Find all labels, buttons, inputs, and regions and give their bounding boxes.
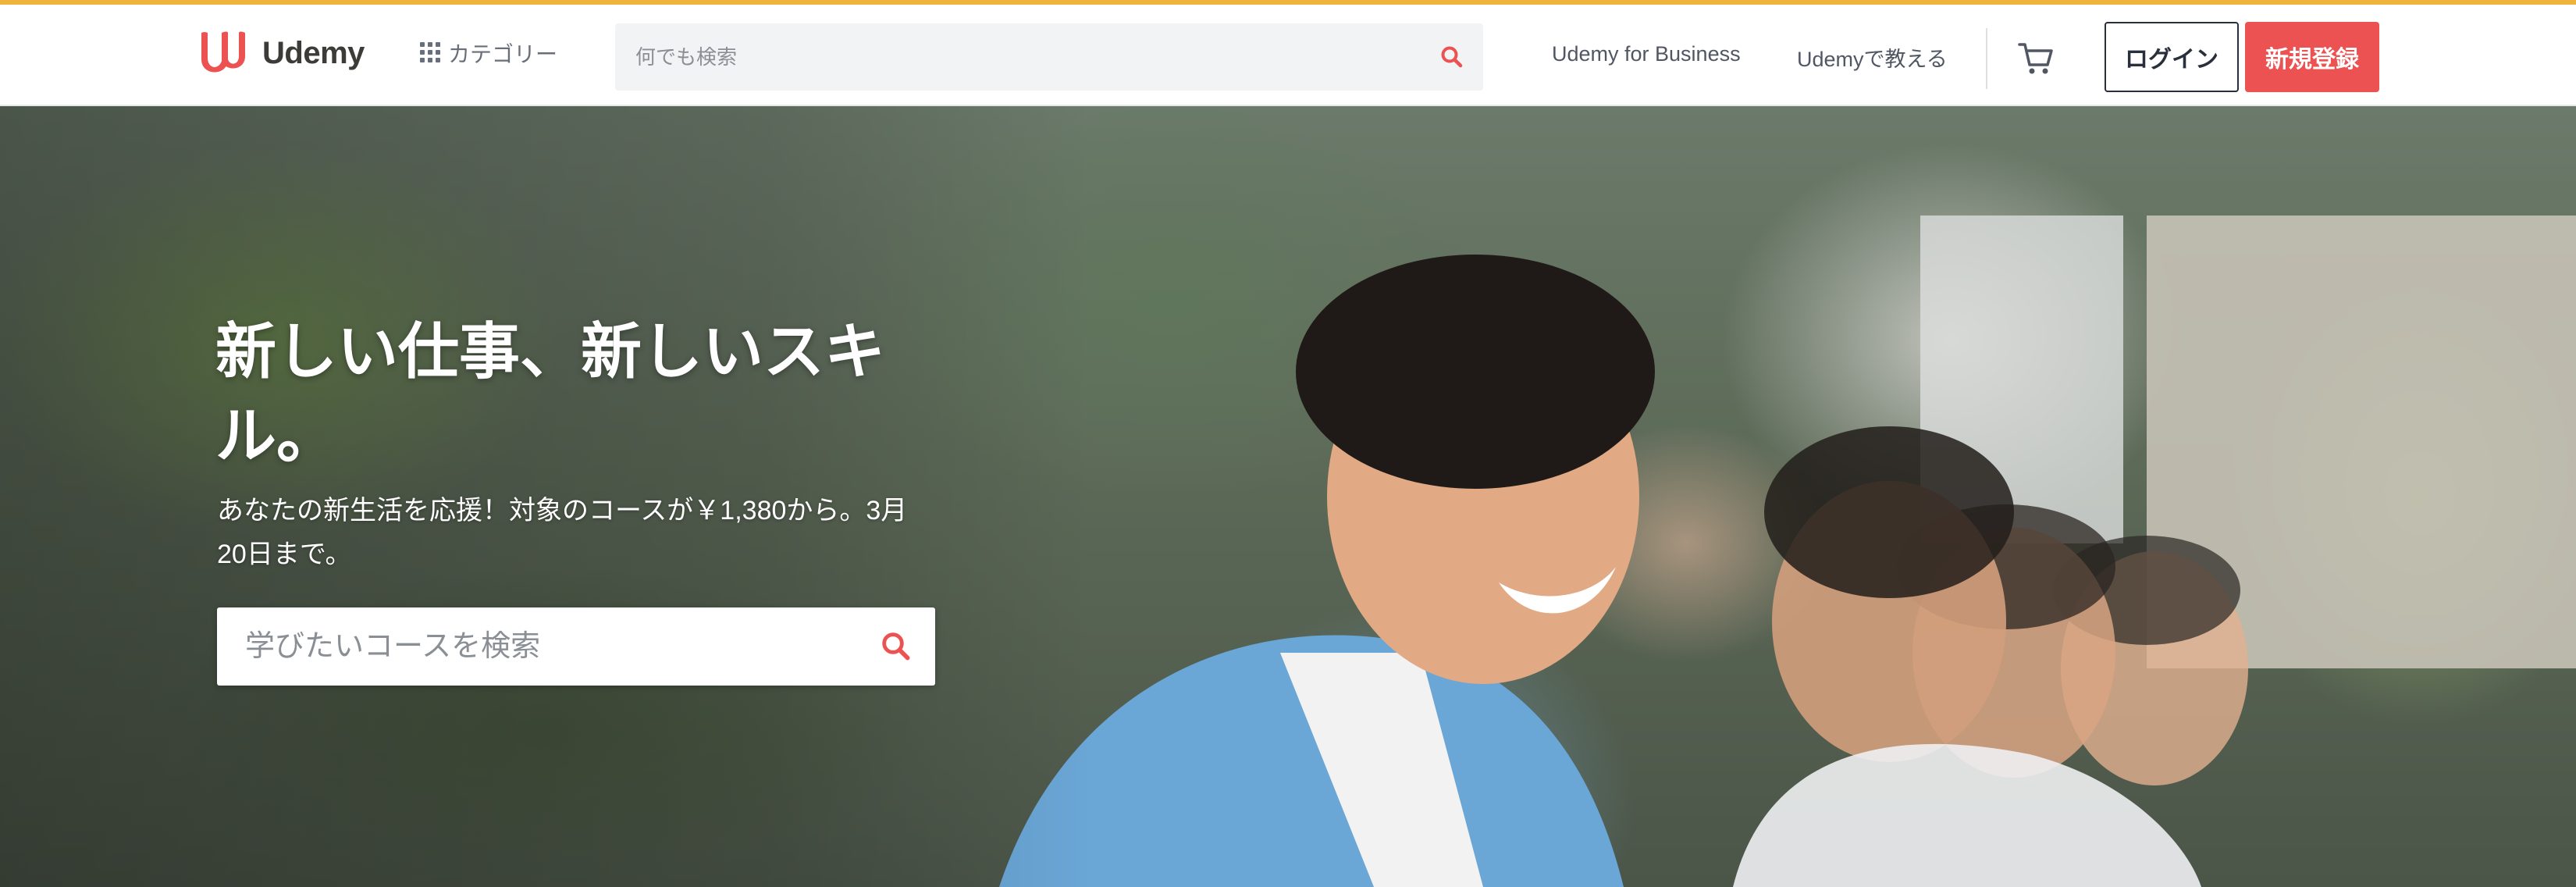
hero-subtitle: あなたの新生活を応援！対象のコースが￥1,380から。3月20日まで。 [217,496,908,569]
udemy-logo[interactable]: Udemy [197,25,365,81]
signup-button[interactable]: 新規登録 [2245,22,2379,92]
site-header: Udemy カテゴリー Udemy for Business Udemyで教える… [0,5,2576,106]
search-icon [1441,46,1463,68]
search-icon [882,632,910,661]
udemy-logo-icon [201,31,245,73]
grid-icon [420,42,442,64]
header-search-button[interactable] [1421,23,1483,91]
teach-link[interactable]: Udemyで教える [1797,42,1948,73]
categories-menu[interactable]: カテゴリー [420,36,557,70]
business-link[interactable]: Udemy for Business [1552,42,1741,66]
hero-title: 新しい仕事、新しいスキル。 [215,317,886,470]
header-search-input[interactable] [615,23,1421,91]
hero-banner: 新しい仕事、新しいスキル。 あなたの新生活を応援！対象のコースが￥1,380から… [0,106,2576,887]
hero-photo [999,216,2576,887]
logo-text: Udemy [262,35,365,70]
login-button[interactable]: ログイン [2105,22,2239,92]
hero-search-input[interactable] [217,607,857,686]
cart-icon[interactable] [2017,41,2055,77]
hero-search-bar [217,607,935,686]
nav-divider [1986,28,1987,89]
header-search-bar [615,23,1483,91]
hero-search-button[interactable] [857,607,935,686]
categories-label: カテゴリー [448,42,558,66]
